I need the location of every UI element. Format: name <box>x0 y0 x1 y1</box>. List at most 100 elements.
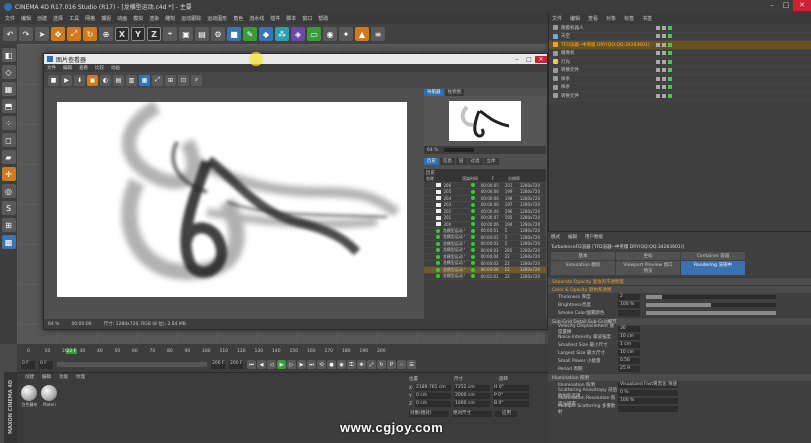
visibility-toggles[interactable] <box>656 85 674 90</box>
menu-item[interactable]: 雕刻 <box>165 15 175 22</box>
render-settings-icon[interactable]: ⚙ <box>211 27 225 41</box>
end-frame-field[interactable]: 200 F <box>229 360 243 369</box>
pv-render-icon[interactable]: ▶ <box>61 74 72 86</box>
recent-tool-icon[interactable]: ⊕ <box>99 27 113 41</box>
attribute-tab[interactable]: Viewport Preview 窗口预览 <box>616 261 680 275</box>
picture-viewer-titlebar[interactable]: 图片查看器 – □ ✕ <box>44 54 547 64</box>
pv-stop-icon[interactable]: ■ <box>48 74 59 86</box>
rotation-field[interactable]: P 0° <box>493 393 529 399</box>
enable-check-icon[interactable] <box>668 42 672 47</box>
info-tab[interactable]: 立体 <box>483 158 499 165</box>
menu-item[interactable]: 网格 <box>85 15 95 22</box>
pv-zoom-status[interactable]: 64 % <box>48 322 59 327</box>
size-field[interactable]: 2000 cm <box>454 393 490 399</box>
info-tab[interactable]: 过滤 <box>467 158 483 165</box>
snap-icon[interactable]: S <box>1 201 16 215</box>
undo-icon[interactable]: ↶ <box>3 27 17 41</box>
object-row[interactable]: 转换元件 <box>549 67 811 75</box>
om-menu-item[interactable]: 书签 <box>642 15 652 22</box>
pv-layout-icon[interactable]: ▦ <box>139 74 150 86</box>
next-key-icon[interactable]: ▶ <box>297 360 306 369</box>
pv-histogram-icon[interactable]: ▥ <box>126 74 137 86</box>
param-value[interactable]: 100 % <box>618 302 640 308</box>
redo-icon[interactable]: ↷ <box>19 27 33 41</box>
pv-channels-icon[interactable]: ▤ <box>113 74 124 86</box>
preview-start-field[interactable]: 0 F <box>39 360 53 369</box>
info-tab[interactable]: 信息 <box>440 158 455 165</box>
coordinate-system-icon[interactable]: ⌖ <box>163 27 177 41</box>
render-visibility-dot[interactable] <box>662 59 666 64</box>
render-visibility-dot[interactable] <box>662 25 666 30</box>
y-axis-lock-button[interactable]: Y <box>131 27 145 41</box>
minimize-button[interactable]: – <box>765 0 779 11</box>
goto-start-icon[interactable]: ⏮ <box>247 360 256 369</box>
current-frame-marker[interactable]: 22 F <box>65 349 78 354</box>
pv-ab-compare-icon[interactable]: ◐ <box>100 74 111 86</box>
menu-item[interactable]: 运动图形 <box>207 15 227 22</box>
editor-visibility-dot[interactable] <box>656 68 660 73</box>
spline-pen-icon[interactable]: ✎ <box>243 27 257 41</box>
preview-range-slider[interactable] <box>57 362 207 367</box>
deformer-icon[interactable]: ◈ <box>291 27 305 41</box>
attribute-tab[interactable]: 坐标 <box>616 252 680 260</box>
position-field[interactable]: 2189.761 cm <box>415 385 451 391</box>
subdivision-icon[interactable]: ◆ <box>259 27 273 41</box>
param-value[interactable]: 10 cm <box>618 350 640 356</box>
zoom-slider[interactable] <box>444 148 475 152</box>
editor-visibility-dot[interactable] <box>656 85 660 90</box>
attribute-tab[interactable]: Rendering 渲染中 <box>681 261 745 275</box>
am-menu-item[interactable]: 模式 <box>551 234 560 240</box>
render-visibility-dot[interactable] <box>662 85 666 90</box>
editor-visibility-dot[interactable] <box>656 42 660 47</box>
make-editable-icon[interactable]: ◧ <box>1 48 16 62</box>
menu-item[interactable]: 帮助 <box>318 15 328 22</box>
history-row[interactable]: 龙横型运动 * 00:01:01 22 1280x720 <box>424 273 546 280</box>
size-mode-dropdown[interactable]: 绝对尺寸 <box>452 411 492 417</box>
pla-key-icon[interactable]: ⁘ <box>397 360 406 369</box>
enable-check-icon[interactable] <box>668 25 672 30</box>
attribute-tab[interactable]: Container 容器 <box>681 252 745 260</box>
maximize-button[interactable]: □ <box>779 0 793 11</box>
size-field[interactable]: 7252 cm <box>454 385 490 391</box>
visibility-toggles[interactable] <box>656 68 674 73</box>
object-row[interactable]: TFD渲器--中英版 DRY(QQ:QQ:34283601) <box>549 41 811 50</box>
render-visibility-dot[interactable] <box>662 68 666 73</box>
menu-item[interactable]: 窗口 <box>302 15 312 22</box>
pv-save-icon[interactable]: ⬇ <box>74 74 85 86</box>
soft-selection-icon[interactable]: ◎ <box>1 184 16 198</box>
pv-minimize-button[interactable]: – <box>511 56 523 63</box>
om-menu-item[interactable]: 编辑 <box>570 15 580 22</box>
param-value[interactable] <box>618 310 640 316</box>
info-tab[interactable]: 历史 <box>424 158 439 165</box>
play-icon[interactable]: ▶ <box>277 360 286 369</box>
rotation-key-icon[interactable]: ↻ <box>377 360 386 369</box>
script-icon[interactable]: ≡ <box>371 27 385 41</box>
rotation-field[interactable]: B 0° <box>493 401 529 407</box>
section-separate-opacity[interactable]: Separate Opacity 混浊的不透明度 <box>548 277 811 285</box>
goto-end-icon[interactable]: ⏭ <box>307 360 316 369</box>
x-axis-lock-button[interactable]: X <box>115 27 129 41</box>
render-view-icon[interactable]: ▣ <box>179 27 193 41</box>
prev-frame-icon[interactable]: ◁ <box>267 360 276 369</box>
om-menu-item[interactable]: 标签 <box>624 15 634 22</box>
pv-menu-item[interactable]: 文件 <box>47 65 56 71</box>
tab-histogram[interactable]: 柱状图 <box>444 89 464 96</box>
menu-item[interactable]: 选择 <box>53 15 63 22</box>
pv-zoom-icon[interactable]: ⌕ <box>191 74 202 86</box>
size-field[interactable]: 1000 cm <box>454 401 490 407</box>
timeline-ruler[interactable]: 0102030405060708090100110120130140150160… <box>17 344 548 354</box>
material-menu-item[interactable]: 创建 <box>25 374 34 380</box>
menu-item[interactable]: 捕捉 <box>101 15 111 22</box>
enable-check-icon[interactable] <box>668 68 672 73</box>
param-value[interactable]: 10 cm <box>618 334 640 340</box>
render-visibility-dot[interactable] <box>662 51 666 56</box>
tfd-container-icon[interactable]: ▲ <box>355 27 369 41</box>
param-value[interactable]: 1 cm <box>618 342 640 348</box>
menu-item[interactable]: 动画 <box>117 15 127 22</box>
object-row[interactable]: 样条 <box>549 75 811 84</box>
material-menu-item[interactable]: 编辑 <box>42 374 51 380</box>
timeline-menu-icon[interactable]: ☰ <box>407 360 416 369</box>
move-icon[interactable]: ✥ <box>51 27 65 41</box>
z-axis-lock-button[interactable]: Z <box>147 27 161 41</box>
om-menu-item[interactable]: 文件 <box>552 15 562 22</box>
